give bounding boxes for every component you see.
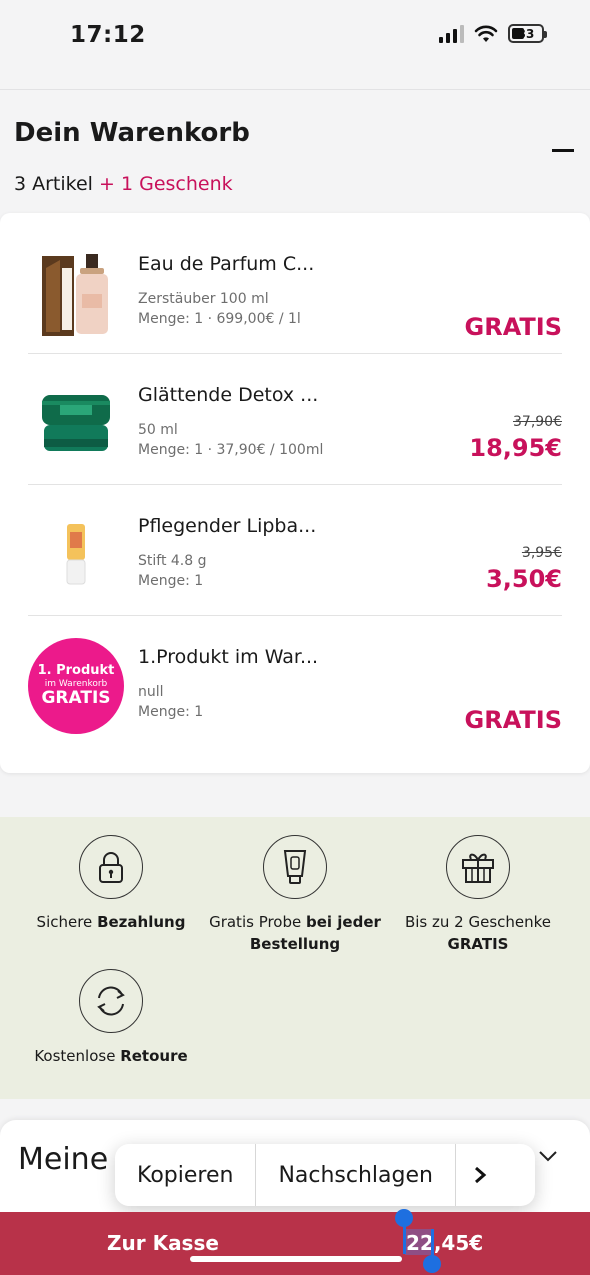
item-meta: Stift 4.8 g Menge: 1 xyxy=(138,551,207,591)
item-meta: 50 ml Menge: 1 · 37,90€ / 100ml xyxy=(138,420,323,460)
checkout-button[interactable]: Zur Kasse xyxy=(107,1231,219,1255)
copy-button[interactable]: Kopieren xyxy=(115,1144,255,1206)
item-size: Stift 4.8 g xyxy=(138,553,207,569)
battery-level: 33 xyxy=(517,26,535,41)
benefit-text-bold: GRATIS xyxy=(447,935,509,953)
item-old-price: 37,90€ xyxy=(513,414,562,430)
item-name: Glättende Detox ... xyxy=(138,384,319,406)
cart-count: 3 Artikel + 1 Geschenk xyxy=(14,173,233,195)
cart-item[interactable]: Eau de Parfum C... Zerstäuber 100 ml Men… xyxy=(28,223,562,354)
benefit-text-bold: Bezahlung xyxy=(97,913,186,931)
cart-item[interactable]: Glättende Detox ... 50 ml Menge: 1 · 37,… xyxy=(28,354,562,485)
benefit-text: Gratis Probe xyxy=(209,913,307,931)
item-quantity: Menge: 1 xyxy=(138,573,204,589)
benefit-free-sample: Gratis Probe bei jeder Bestellung xyxy=(200,835,390,955)
status-time: 17:12 xyxy=(70,22,146,48)
home-indicator[interactable] xyxy=(190,1256,402,1262)
item-price: GRATIS xyxy=(464,706,562,734)
promo-line-1: 1. Produkt xyxy=(37,662,115,678)
order-summary-title: Meine xyxy=(18,1142,109,1177)
cart-header: Dein Warenkorb 3 Artikel + 1 Geschenk xyxy=(0,91,590,213)
collapse-icon[interactable] xyxy=(552,149,574,152)
item-quantity: Menge: 1 · 699,00€ / 1l xyxy=(138,311,301,327)
promo-badge-image: 1. Produkt im Warenkorb GRATIS xyxy=(28,638,124,734)
item-size: null xyxy=(138,684,164,700)
article-count: 3 Artikel xyxy=(14,173,93,195)
item-name: Eau de Parfum C... xyxy=(138,253,315,275)
selection-handle-start-knob[interactable] xyxy=(395,1209,413,1227)
lookup-button[interactable]: Nachschlagen xyxy=(256,1144,455,1206)
benefit-text-bold: Retoure xyxy=(120,1047,188,1065)
item-meta: Zerstäuber 100 ml Menge: 1 · 699,00€ / 1… xyxy=(138,289,301,329)
item-price: 3,50€ xyxy=(486,565,562,593)
cart-title: Dein Warenkorb xyxy=(14,118,250,148)
wifi-icon xyxy=(474,25,498,42)
refresh-icon xyxy=(79,969,143,1033)
item-quantity: Menge: 1 · 37,90€ / 100ml xyxy=(138,442,324,458)
cart-item[interactable]: Pflegender Lipba... Stift 4.8 g Menge: 1… xyxy=(28,485,562,616)
lock-icon xyxy=(79,835,143,899)
item-price: GRATIS xyxy=(464,313,562,341)
item-meta: null Menge: 1 xyxy=(138,682,203,722)
checkout-total: 22,45€ xyxy=(406,1231,484,1255)
item-name: Pflegender Lipba... xyxy=(138,515,317,537)
status-bar: 17:12 33 xyxy=(0,0,590,90)
perfume-bottle-image xyxy=(28,245,124,341)
cream-jar-image xyxy=(28,376,124,472)
gift-count: + 1 Geschenk xyxy=(99,173,233,195)
tube-icon xyxy=(263,835,327,899)
item-old-price: 3,95€ xyxy=(521,545,562,561)
benefits-section: Sichere Bezahlung Gratis Probe bei jeder… xyxy=(0,817,590,1099)
benefit-free-gifts: Bis zu 2 Geschenke GRATIS xyxy=(383,835,573,955)
battery-icon: 33 xyxy=(508,24,547,43)
cart-item[interactable]: 1. Produkt im Warenkorb GRATIS 1.Produkt… xyxy=(28,616,562,747)
signal-icon xyxy=(439,24,464,43)
more-options-button[interactable] xyxy=(456,1144,504,1206)
lip-balm-image xyxy=(28,507,124,603)
benefit-text: Sichere xyxy=(36,913,98,931)
benefit-secure-payment: Sichere Bezahlung xyxy=(16,835,206,933)
promo-line-3: GRATIS xyxy=(41,687,111,708)
item-quantity: Menge: 1 xyxy=(138,704,204,720)
gift-icon xyxy=(446,835,510,899)
item-price: 18,95€ xyxy=(469,434,562,462)
promo-badge: 1. Produkt im Warenkorb GRATIS xyxy=(28,638,124,734)
item-name: 1.Produkt im War... xyxy=(138,646,319,668)
selection-handle-end-knob[interactable] xyxy=(423,1255,441,1273)
text-selection-menu: Kopieren Nachschlagen xyxy=(115,1144,535,1206)
item-size: Zerstäuber 100 ml xyxy=(138,291,269,307)
chevron-right-icon xyxy=(474,1166,487,1184)
benefit-text: Bis zu 2 Geschenke xyxy=(404,913,552,931)
checkout-bar[interactable]: Zur Kasse 22,45€ xyxy=(0,1209,590,1275)
status-icons: 33 xyxy=(439,24,547,43)
benefit-free-returns: Kostenlose Retoure xyxy=(16,969,206,1067)
cart-items-list: Eau de Parfum C... Zerstäuber 100 ml Men… xyxy=(0,213,590,773)
item-size: 50 ml xyxy=(138,422,178,438)
benefit-text: Kostenlose xyxy=(34,1047,121,1065)
chevron-down-icon[interactable] xyxy=(538,1150,558,1162)
